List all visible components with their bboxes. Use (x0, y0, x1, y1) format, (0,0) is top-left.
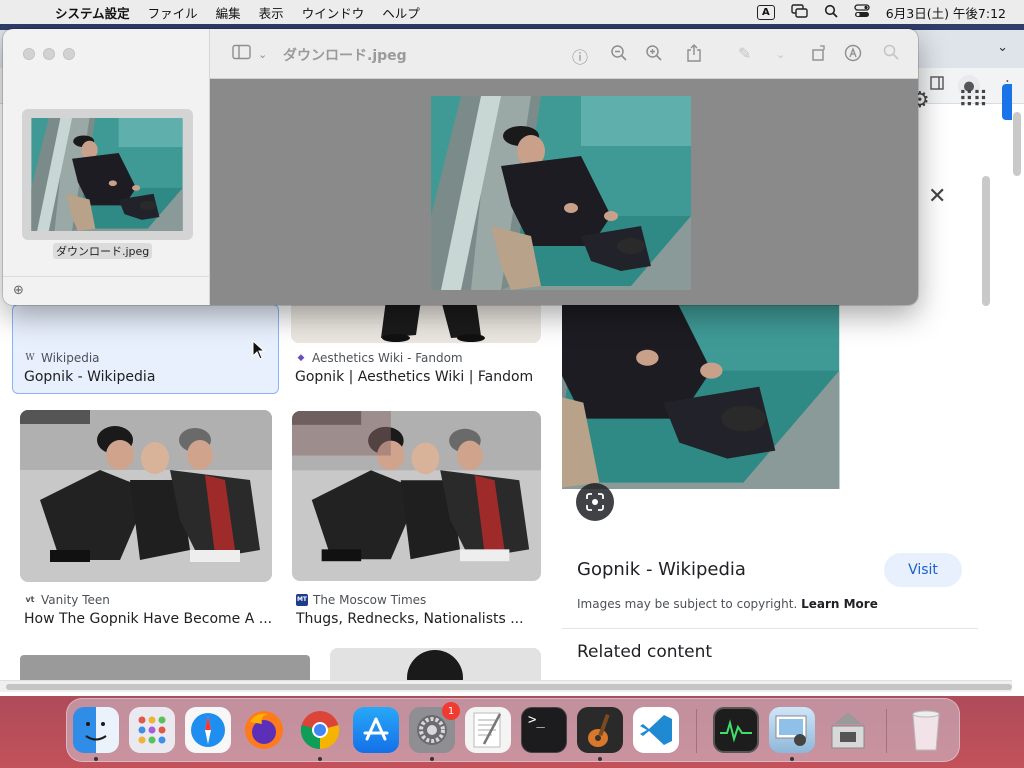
side-panel-icon[interactable] (930, 76, 944, 94)
vscode-icon[interactable] (633, 707, 679, 753)
result-image[interactable] (20, 655, 310, 683)
result-title[interactable]: Gopnik - Wikipedia (24, 369, 155, 385)
copyright-notice: Images may be subject to copyright. Lear… (577, 597, 878, 611)
result-title[interactable]: How The Gopnik Have Become A ... (24, 611, 272, 627)
chrome-icon[interactable] (297, 707, 343, 753)
document-title[interactable]: ダウンロード.jpeg (283, 45, 407, 65)
launchpad-icon[interactable] (129, 707, 175, 753)
add-page-icon[interactable]: ⊕ (13, 283, 24, 298)
input-mode-indicator[interactable]: A (757, 4, 775, 20)
spotlight-search-icon[interactable] (824, 4, 838, 21)
menu-bar: システム設定 ファイル 編集 表示 ウインドウ ヘルプ A 6月3日(土) 午後… (0, 0, 1024, 24)
menu-file[interactable]: ファイル (148, 3, 198, 22)
page-thumbnail[interactable] (22, 109, 193, 240)
menu-view[interactable]: 表示 (259, 3, 284, 22)
result-image[interactable] (330, 648, 541, 683)
control-center-icon[interactable] (854, 3, 870, 21)
garageband-icon[interactable] (577, 707, 623, 753)
learn-more-link[interactable]: Learn More (801, 597, 878, 611)
menu-edit[interactable]: 編集 (216, 3, 241, 22)
info-icon[interactable]: ⓘ (572, 44, 588, 68)
horizontal-scrollbar[interactable] (0, 680, 1012, 692)
share-icon[interactable] (686, 44, 702, 66)
chevron-down-icon[interactable]: ⌄ (258, 48, 267, 61)
panel-title[interactable]: Gopnik - Wikipedia (577, 559, 746, 580)
vanity-teen-icon: vt (25, 595, 35, 604)
moscow-times-icon: MT (296, 594, 308, 606)
menu-app-name[interactable]: システム設定 (55, 3, 130, 22)
result-image[interactable] (292, 411, 541, 581)
result-source: MT The Moscow Times (296, 593, 427, 607)
system-settings-icon[interactable]: 1 (409, 702, 460, 753)
activity-monitor-icon[interactable] (713, 707, 759, 753)
previewed-image[interactable] (431, 96, 691, 290)
result-image[interactable] (20, 300, 271, 343)
app-store-icon[interactable] (353, 707, 399, 753)
menu-help[interactable]: ヘルプ (382, 3, 420, 22)
search-icon[interactable] (883, 44, 899, 64)
dock: 1 >_ (66, 698, 960, 762)
related-content-heading: Related content (577, 642, 713, 662)
zoom-window-button[interactable] (63, 48, 75, 60)
page-scrollbar[interactable] (1013, 76, 1021, 676)
result-image[interactable] (291, 300, 541, 343)
result-title[interactable]: Gopnik | Aesthetics Wiki | Fandom (295, 369, 533, 385)
screen-mirroring-icon[interactable] (791, 3, 808, 21)
result-source: W Wikipedia (25, 351, 100, 365)
zoom-out-icon[interactable] (610, 44, 628, 66)
rotate-icon[interactable] (810, 44, 828, 66)
result-title[interactable]: Thugs, Rednecks, Nationalists ... (296, 611, 524, 627)
safari-icon[interactable] (185, 707, 231, 753)
preview-toolbar: ⌄ ダウンロード.jpeg ⓘ ✎ ⌄ (210, 29, 918, 79)
result-image[interactable] (20, 410, 272, 582)
panel-scrollbar[interactable] (982, 176, 990, 676)
terminal-icon[interactable]: >_ (521, 707, 567, 753)
wikipedia-icon: W (25, 353, 35, 363)
firefox-icon[interactable] (241, 707, 287, 753)
notification-badge: 1 (442, 702, 460, 720)
markup-toolbar-icon[interactable] (844, 44, 862, 66)
sign-in-button-edge[interactable] (1002, 84, 1012, 120)
trash-icon[interactable] (903, 707, 949, 753)
thumbnail-filename: ダウンロード.jpeg (53, 243, 153, 259)
tab-search-icon[interactable]: ⌄ (997, 40, 1008, 55)
textedit-icon[interactable] (465, 707, 511, 753)
menu-window[interactable]: ウインドウ (302, 3, 365, 22)
markup-pen-icon[interactable]: ✎ (738, 44, 751, 63)
migration-assistant-icon[interactable] (825, 707, 871, 753)
chevron-down-icon[interactable]: ⌄ (776, 48, 785, 61)
sidebar-toggle-icon[interactable] (232, 44, 252, 64)
menu-clock[interactable]: 6月3日(土) 午後7:12 (886, 3, 1006, 22)
panel-divider (562, 628, 978, 629)
finder-icon[interactable] (73, 707, 119, 753)
minimize-window-button[interactable] (43, 48, 55, 60)
google-lens-icon[interactable] (576, 483, 614, 521)
close-icon[interactable]: ✕ (928, 184, 946, 209)
mouse-cursor-icon (252, 339, 266, 364)
result-source: ◆ Aesthetics Wiki - Fandom (295, 351, 463, 365)
menu-extras: A 6月3日(土) 午後7:12 (741, 3, 1006, 22)
apps-grid-icon[interactable]: ⠿⠿ (958, 88, 988, 113)
result-source: vt Vanity Teen (25, 593, 110, 607)
preview-sidebar: ダウンロード.jpeg ⊕ (3, 29, 210, 305)
close-window-button[interactable] (23, 48, 35, 60)
fandom-icon: ◆ (297, 353, 305, 363)
preview-app-icon[interactable] (769, 707, 815, 753)
zoom-in-icon[interactable] (645, 44, 663, 66)
visit-button[interactable]: Visit (884, 553, 962, 587)
